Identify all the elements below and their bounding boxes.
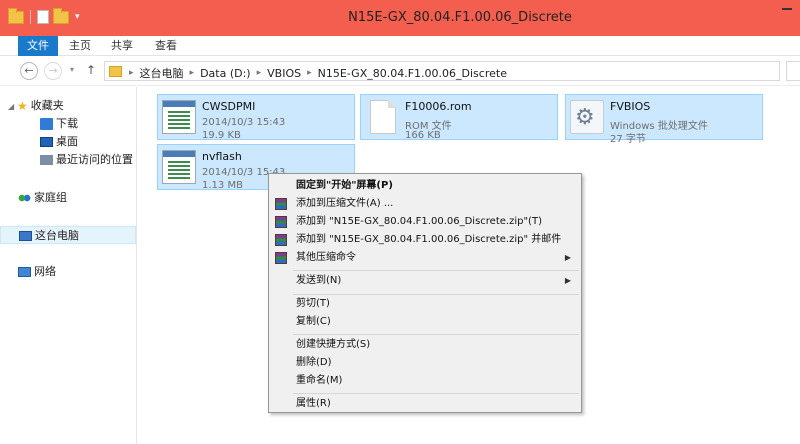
star-icon: ★ xyxy=(17,99,28,113)
file-size: 166 KB xyxy=(405,130,441,141)
recent-locations-icon[interactable]: ▾ xyxy=(70,65,74,74)
menu-item-label: 重命名(M) xyxy=(296,375,343,386)
file-item-cwsdpmi[interactable]: CWSDPMI 2014/10/3 15:43 19.9 KB xyxy=(157,94,355,141)
menu-item-label: 添加到 "N15E-GX_80.04.F1.00.06_Discrete.zip… xyxy=(296,234,562,245)
submenu-arrow-icon: ▶ xyxy=(564,276,571,285)
file-item-fvbios[interactable]: FVBIOS Windows 批处理文件 27 字节 xyxy=(565,94,763,145)
file-size: 1.13 MB xyxy=(202,180,243,191)
breadcrumb: ▸ 这台电脑 ▸ Data (D:) ▸ VBIOS ▸ N15E-GX_80.… xyxy=(129,65,507,81)
search-box[interactable] xyxy=(786,61,800,81)
menu-item-create-shortcut[interactable]: 创建快捷方式(S) xyxy=(271,336,579,354)
sidebar-item-label: 这台电脑 xyxy=(35,229,79,242)
sidebar-item-recent-places[interactable]: 最近访问的位置 xyxy=(40,151,133,169)
forward-button[interactable]: → xyxy=(44,62,62,80)
download-icon xyxy=(40,118,53,130)
sidebar-item-label: 网络 xyxy=(34,265,56,278)
sidebar-item-label: 最近访问的位置 xyxy=(56,153,133,166)
rom-file-icon xyxy=(370,100,396,134)
menu-item-label: 固定到"开始"屏幕(P) xyxy=(296,180,393,191)
menu-item-label: 剪切(T) xyxy=(296,298,330,309)
tab-home[interactable]: 主页 xyxy=(62,36,98,56)
breadcrumb-separator-icon[interactable]: ▸ xyxy=(190,68,195,78)
sidebar-item-desktop[interactable]: 桌面 xyxy=(40,133,78,151)
menu-item-delete[interactable]: 删除(D) xyxy=(271,354,579,372)
tab-share[interactable]: 共享 xyxy=(104,36,140,56)
menu-item-label: 发送到(N) xyxy=(296,275,342,286)
submenu-arrow-icon: ▶ xyxy=(564,253,571,262)
winrar-icon xyxy=(275,216,287,228)
back-button[interactable]: ← xyxy=(20,62,38,80)
breadcrumb-current-folder[interactable]: N15E-GX_80.04.F1.00.06_Discrete xyxy=(318,67,507,80)
menu-item-other-compress-commands[interactable]: 其他压缩命令 ▶ xyxy=(271,249,579,267)
breadcrumb-separator-icon[interactable]: ▸ xyxy=(257,68,262,78)
menu-item-add-to-zip[interactable]: 添加到 "N15E-GX_80.04.F1.00.06_Discrete.zip… xyxy=(271,213,579,231)
exe-icon xyxy=(162,150,196,184)
file-name: F10006.rom xyxy=(405,100,472,113)
sidebar-item-label: 收藏夹 xyxy=(30,99,64,112)
ribbon-tabs: 文件 主页 共享 查看 xyxy=(0,36,800,56)
menu-item-add-to-zip-and-email[interactable]: 添加到 "N15E-GX_80.04.F1.00.06_Discrete.zip… xyxy=(271,231,579,249)
tab-file[interactable]: 文件 xyxy=(18,36,58,56)
homegroup-icon xyxy=(18,192,31,204)
winrar-icon xyxy=(275,198,287,210)
recent-places-icon xyxy=(40,155,53,165)
menu-separator xyxy=(293,393,579,394)
exe-icon xyxy=(162,100,196,134)
navigation-bar: ← → ▾ ↑ ▸ 这台电脑 ▸ Data (D:) ▸ VBIOS ▸ N15… xyxy=(0,56,800,86)
folder-icon xyxy=(109,66,122,77)
menu-item-cut[interactable]: 剪切(T) xyxy=(271,295,579,313)
desktop-icon xyxy=(40,137,53,147)
file-size: 19.9 KB xyxy=(202,130,241,141)
minimize-button[interactable] xyxy=(774,0,800,16)
sidebar-item-network[interactable]: 网络 xyxy=(18,263,56,281)
menu-item-copy[interactable]: 复制(C) xyxy=(271,313,579,331)
menu-separator xyxy=(293,270,579,271)
winrar-icon xyxy=(275,234,287,246)
batch-file-icon xyxy=(570,100,604,134)
menu-item-properties[interactable]: 属性(R) xyxy=(271,395,579,413)
menu-item-label: 属性(R) xyxy=(296,398,331,409)
menu-item-label: 添加到 "N15E-GX_80.04.F1.00.06_Discrete.zip… xyxy=(296,216,542,227)
menu-item-label: 其他压缩命令 xyxy=(296,252,356,263)
menu-item-label: 添加到压缩文件(A) ... xyxy=(296,198,394,209)
menu-item-add-to-archive[interactable]: 添加到压缩文件(A) ... xyxy=(271,195,579,213)
winrar-icon xyxy=(275,252,287,264)
breadcrumb-drive[interactable]: Data (D:) xyxy=(200,67,251,80)
sidebar-item-label: 下载 xyxy=(56,117,78,130)
sidebar-item-label: 桌面 xyxy=(56,135,78,148)
file-name: FVBIOS xyxy=(610,100,651,113)
sidebar-item-favorites[interactable]: ◢ ★ 收藏夹 xyxy=(8,97,64,115)
file-item-f10006-rom[interactable]: F10006.rom ROM 文件 166 KB xyxy=(360,94,558,141)
up-arrow-icon[interactable]: ↑ xyxy=(86,63,96,77)
breadcrumb-vbios[interactable]: VBIOS xyxy=(267,67,301,80)
address-bar[interactable]: ▸ 这台电脑 ▸ Data (D:) ▸ VBIOS ▸ N15E-GX_80.… xyxy=(104,61,780,81)
sidebar-item-downloads[interactable]: 下载 xyxy=(40,115,78,133)
breadcrumb-this-pc[interactable]: 这台电脑 xyxy=(140,65,184,81)
collapse-chevron-icon[interactable]: ◢ xyxy=(8,98,17,116)
menu-separator xyxy=(293,334,579,335)
navigation-pane: ◢ ★ 收藏夹 下载 桌面 最近访问的位置 家庭组 这台电脑 网络 xyxy=(0,87,137,444)
network-icon xyxy=(18,267,31,277)
file-name: nvflash xyxy=(202,150,242,163)
breadcrumb-separator-icon[interactable]: ▸ xyxy=(307,68,312,78)
title-bar: ▾ N15E-GX_80.04.F1.00.06_Discrete xyxy=(0,0,800,36)
file-name: CWSDPMI xyxy=(202,100,256,113)
computer-icon xyxy=(19,231,32,241)
menu-item-label: 删除(D) xyxy=(296,357,332,368)
sidebar-item-this-pc[interactable]: 这台电脑 xyxy=(0,226,136,244)
sidebar-item-homegroup[interactable]: 家庭组 xyxy=(18,189,67,207)
file-date: 2014/10/3 15:43 xyxy=(202,117,286,128)
tab-view[interactable]: 查看 xyxy=(148,36,184,56)
menu-item-rename[interactable]: 重命名(M) xyxy=(271,372,579,390)
menu-item-label: 复制(C) xyxy=(296,316,331,327)
menu-item-label: 创建快捷方式(S) xyxy=(296,339,371,350)
menu-item-pin-to-start[interactable]: 固定到"开始"屏幕(P) xyxy=(271,177,579,195)
file-size: 27 字节 xyxy=(610,134,646,145)
breadcrumb-separator-icon[interactable]: ▸ xyxy=(129,68,134,78)
menu-item-send-to[interactable]: 发送到(N) ▶ xyxy=(271,272,579,290)
window-title: N15E-GX_80.04.F1.00.06_Discrete xyxy=(348,10,572,25)
context-menu: 固定到"开始"屏幕(P) 添加到压缩文件(A) ... 添加到 "N15E-GX… xyxy=(268,173,582,413)
sidebar-item-label: 家庭组 xyxy=(34,191,67,204)
